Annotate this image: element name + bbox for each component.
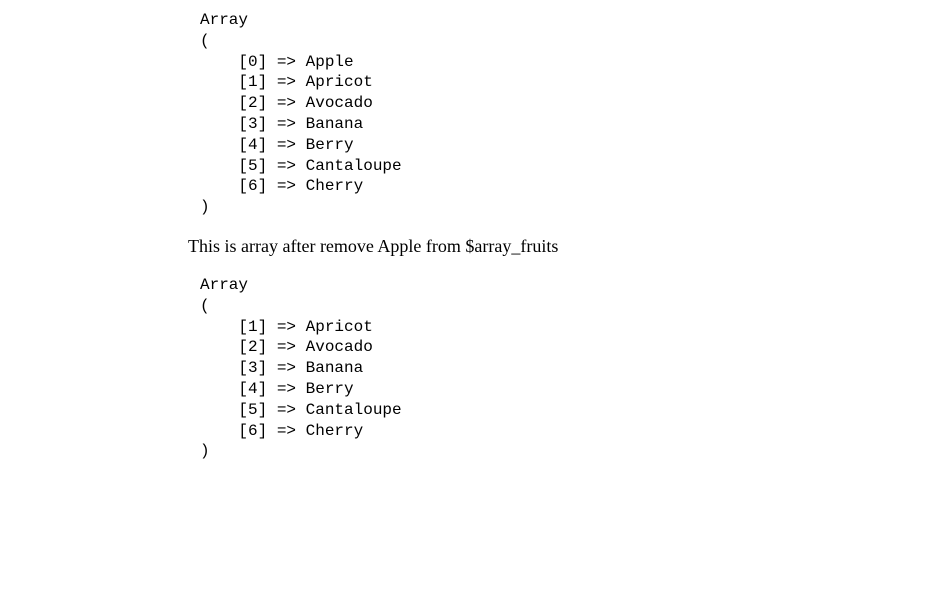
array-entry: [3] => Banana [200, 359, 363, 377]
array-header: Array [200, 11, 248, 29]
array-entry: [4] => Berry [200, 136, 354, 154]
array-entry: [4] => Berry [200, 380, 354, 398]
array-entry: [2] => Avocado [200, 94, 373, 112]
array-open-paren: ( [200, 297, 210, 315]
array-entry: [6] => Cherry [200, 422, 363, 440]
document-content: Array ( [0] => Apple [1] => Apricot [2] … [0, 0, 939, 462]
array-entry: [0] => Apple [200, 53, 354, 71]
array-output-after: Array ( [1] => Apricot [2] => Avocado [3… [200, 275, 939, 462]
array-entry: [3] => Banana [200, 115, 363, 133]
array-output-before: Array ( [0] => Apple [1] => Apricot [2] … [200, 10, 939, 218]
array-close-paren: ) [200, 198, 210, 216]
array-entry: [5] => Cantaloupe [200, 157, 402, 175]
array-entry: [2] => Avocado [200, 338, 373, 356]
array-entry: [1] => Apricot [200, 73, 373, 91]
description-text: This is array after remove Apple from $a… [188, 236, 939, 257]
array-close-paren: ) [200, 442, 210, 460]
array-entry: [1] => Apricot [200, 318, 373, 336]
array-entry: [5] => Cantaloupe [200, 401, 402, 419]
array-entry: [6] => Cherry [200, 177, 363, 195]
array-header: Array [200, 276, 248, 294]
array-open-paren: ( [200, 32, 210, 50]
